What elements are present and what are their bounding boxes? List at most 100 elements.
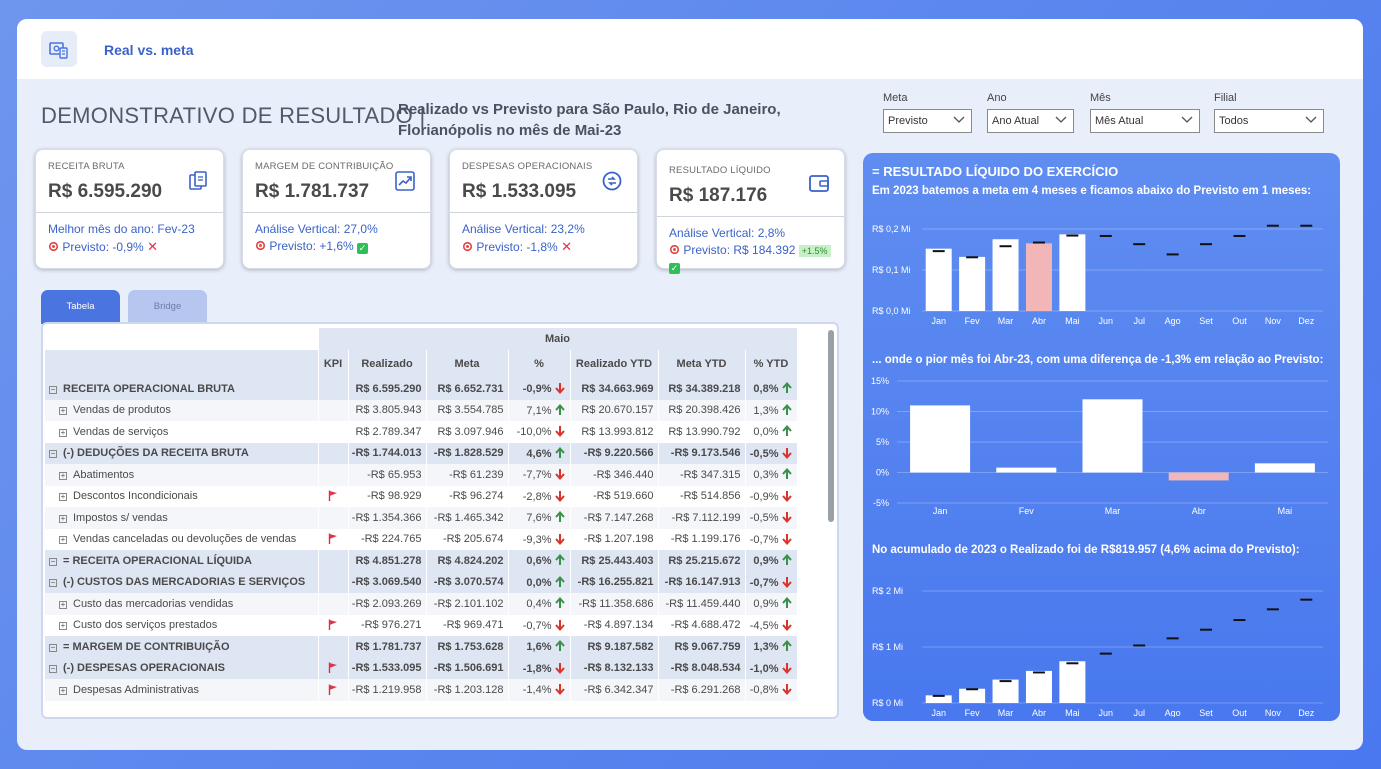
table-row[interactable]: − (-) DEDUÇÕES DA RECEITA BRUTA -R$ 1.744.… [45,442,798,464]
kpi-card-receita-bruta[interactable]: RECEITA BRUTA R$ 6.595.290 Melhor mês do… [35,149,224,269]
expand-icon[interactable]: + [59,686,67,695]
table-row[interactable]: + Impostos s/ vendas -R$ 1.354.366 -R$ 1.46… [45,507,798,529]
table-row[interactable]: − RECEITA OPERACIONAL BRUTA R$ 6.595.290 R$… [45,378,798,400]
dre-table-container: Maio KPI Realizado Meta% Realizado YTD Meta … [41,322,839,719]
expand-icon[interactable]: + [59,622,67,631]
expand-icon[interactable]: + [59,514,67,523]
table-row[interactable]: + Descontos Incondicionais -R$ 98.929 -R$ 9… [45,485,798,507]
card-line1: Análise Vertical: 23,2% [462,222,585,236]
cell-pct: 1,6% [508,636,571,658]
pct-ytd-value: -1,0% [749,662,779,675]
column-header[interactable]: KPI [318,350,349,378]
column-header[interactable]: % YTD [745,350,798,378]
kpi-card-margem[interactable]: MARGEM DE CONTRIBUIÇÃO R$ 1.781.737 Anál… [242,149,431,269]
kpi-card-resultado[interactable]: RESULTADO LÍQUIDO R$ 187.176 Análise Ver… [656,149,845,274]
expand-icon[interactable]: + [59,493,67,502]
row-label: − = RECEITA OPERACIONAL LÍQUIDA [45,550,319,572]
row-label: + Custo das mercadorias vendidas [45,593,319,615]
expand-icon[interactable]: + [59,428,67,437]
column-header[interactable]: % [508,350,571,378]
expand-icon[interactable]: + [59,407,67,416]
chart1-subtitle: Em 2023 batemos a meta em 4 meses e fica… [872,185,1312,197]
table-row[interactable]: + Vendas de serviços R$ 2.789.347 R$ 3.097.… [45,421,798,443]
x-tick-label: Nov [1265,708,1282,717]
cumulative-result-chart: R$ 0 Mi R$ 1 Mi R$ 2 Mi Jan Fev Mar Abr Mai Jun J… [872,586,1323,717]
y-tick-label: 15% [871,376,889,386]
x-tick-label: Set [1199,708,1213,717]
expand-icon[interactable]: − [49,385,57,394]
cell-pct-ytd: -0,8% [745,679,798,701]
arrow-down-icon [781,447,792,459]
arrow-down-icon [554,662,565,674]
cell-realizado-ytd: -R$ 4.897.134 [570,614,659,636]
card-label: RESULTADO LÍQUIDO [669,165,771,176]
table-row[interactable]: + Abatimentos -R$ 65.953 -R$ 61.239 -7,7% -R$… [45,464,798,486]
x-tick-label: Dez [1298,316,1315,326]
expand-icon[interactable]: − [49,643,57,652]
arrow-up-icon [554,446,565,458]
kpi-cell [318,507,349,529]
cell-realizado: -R$ 1.744.013 [348,442,427,464]
card-line2: Previsto: +1,6% ✓ [255,239,369,254]
expand-icon[interactable]: − [49,579,57,588]
meta-select[interactable]: Previsto [883,109,972,133]
cell-pct-ytd: 0,8% [745,378,798,400]
x-tick-label: Out [1232,316,1247,326]
table-row[interactable]: + Custo dos serviços prestados -R$ 976.271… [45,614,798,636]
table-row[interactable]: − (-) DESPESAS OPERACIONAIS -R$ 1.533.095-… [45,657,798,679]
table-row[interactable]: − (-) CUSTOS DAS MERCADORIAS E SERVIÇOS -R… [45,571,798,593]
table-row[interactable]: + Despesas Administrativas -R$ 1.219.958 -R… [45,679,798,701]
x-tick-label: Fev [965,316,981,326]
cell-pct-ytd: -1,0% [745,657,798,679]
pct-value: 7,6% [526,512,552,525]
column-header[interactable]: Realizado YTD [570,350,659,378]
cross-icon: ✕ [147,239,158,254]
kpi-cell [318,679,349,701]
cell-pct: -0,9% [508,378,571,400]
cell-pct-ytd: 1,3% [745,636,798,658]
expand-icon[interactable]: − [49,665,57,674]
y-tick-label: R$ 0 Mi [872,698,903,708]
top-bar: Real vs. meta [17,19,1363,79]
filial-select[interactable]: Todos [1214,109,1324,133]
table-row[interactable]: − = RECEITA OPERACIONAL LÍQUIDA R$ 4.851.2… [45,550,798,572]
arrow-down-icon [554,533,565,545]
row-label: + Custo dos serviços prestados [45,614,319,636]
app-title: Real vs. meta [104,42,194,58]
row-label-text: (-) DEDUÇÕES DA RECEITA BRUTA [63,447,249,460]
pct-ytd-value: 0,9% [753,555,779,568]
cell-pct-ytd: 0,9% [745,593,798,615]
column-header[interactable]: Meta YTD [658,350,746,378]
kpi-card-despesas[interactable]: DESPESAS OPERACIONAIS R$ 1.533.095 Análi… [449,149,638,269]
row-label-text: Abatimentos [73,468,135,481]
variance-chart: -5% 0% 5% 10% 15% Jan Fev Mar Abr Mai [871,376,1328,516]
flag-icon [328,533,337,545]
x-tick-label: Jan [931,708,946,717]
mes-select[interactable]: Mês Atual [1090,109,1200,133]
pct-ytd-value: 1,3% [753,641,779,654]
expand-icon[interactable]: − [49,557,57,566]
cell-meta-ytd: R$ 34.389.218 [658,378,746,400]
pct-ytd-value: -0,7% [749,533,779,546]
table-row[interactable]: + Vendas canceladas ou devoluções de vend… [45,528,798,550]
table-row[interactable]: − = MARGEM DE CONTRIBUIÇÃO R$ 1.781.737 R$ … [45,636,798,658]
arrow-up-icon [781,554,792,566]
arrow-up-icon [781,640,792,652]
expand-icon[interactable]: + [59,600,67,609]
y-tick-label: 10% [871,407,889,417]
cell-pct-ytd: -0,5% [745,507,798,529]
tab-tabela[interactable]: Tabela [41,290,120,324]
expand-icon[interactable]: + [59,471,67,480]
app-logo-icon[interactable] [41,31,77,67]
ano-select[interactable]: Ano Atual [987,109,1074,133]
filter-ano: Ano Ano Atual [987,92,1074,133]
expand-icon[interactable]: − [49,450,57,459]
table-row[interactable]: + Vendas de produtos R$ 3.805.943 R$ 3.554.… [45,399,798,421]
table-row[interactable]: + Custo das mercadorias vendidas -R$ 2.093… [45,593,798,615]
tab-bridge[interactable]: Bridge [128,290,207,324]
table-scrollbar[interactable] [828,330,834,522]
expand-icon[interactable]: + [59,536,67,545]
y-tick-label: R$ 2 Mi [872,586,903,596]
column-header[interactable]: Meta [426,350,509,378]
column-header[interactable]: Realizado [348,350,427,378]
